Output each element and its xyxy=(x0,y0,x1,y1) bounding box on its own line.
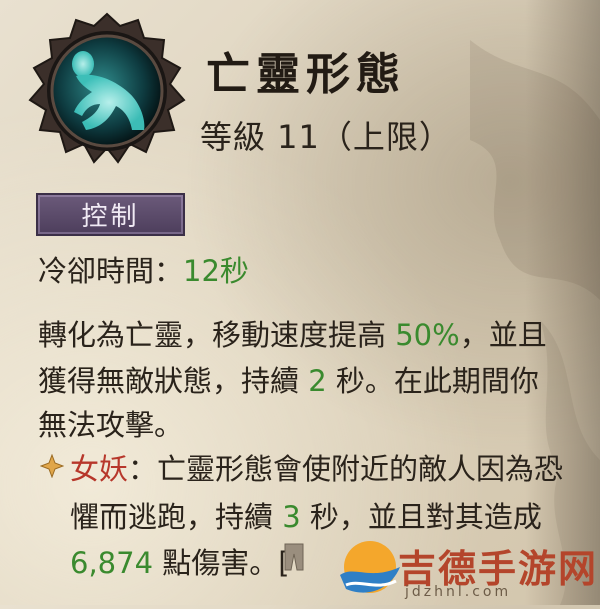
skill-icon xyxy=(28,12,186,170)
enchant-text: 亡靈形態會使附近的敵人因為恐 xyxy=(157,452,564,486)
damage-value: 6,874 xyxy=(70,546,154,580)
duration-value: 2 xyxy=(308,364,327,398)
enchant-text: 點傷害。[ xyxy=(153,546,290,580)
speed-bonus-value: 50% xyxy=(395,318,460,352)
ghost-figure-icon xyxy=(28,12,186,164)
enchant-text: 懼而逃跑，持續 xyxy=(70,500,283,534)
cooldown-label: 冷卻時間： xyxy=(38,254,184,288)
desc-text: ，並且 xyxy=(459,318,547,352)
desc-text: 獲得無敵狀態，持續 xyxy=(38,364,309,398)
description-line-1: 轉化為亡靈，移動速度提高 50%，並且 xyxy=(38,312,547,354)
enchant-line-3: 6,874 點傷害。[ xyxy=(70,540,290,582)
diamond-star-icon xyxy=(40,454,64,478)
pants-icon xyxy=(283,542,305,579)
skill-tag-badge: 控制 xyxy=(36,193,185,236)
cooldown-line: 冷卻時間：12秒 xyxy=(38,248,249,290)
description-line-2: 獲得無敵狀態，持續 2 秒。在此期間你 xyxy=(38,358,539,400)
enchant-line-1: 女妖：亡靈形態會使附近的敵人因為恐 xyxy=(70,446,563,488)
skill-level: 等級 11（上限） xyxy=(200,118,452,156)
desc-text: 秒。在此期間你 xyxy=(326,364,539,398)
watermark-url: jdzhnl.com xyxy=(405,584,512,600)
skill-title: 亡靈形態 xyxy=(206,49,406,100)
enchant-text: 秒，並且對其造成 xyxy=(300,500,542,534)
enchant-line-2: 懼而逃跑，持續 3 秒，並且對其造成 xyxy=(70,494,542,536)
desc-text: 轉化為亡靈，移動速度提高 xyxy=(38,318,396,352)
description-line-3: 無法攻擊。 xyxy=(38,408,184,442)
fear-duration-value: 3 xyxy=(282,500,301,534)
cooldown-value: 12秒 xyxy=(183,254,249,288)
skill-tag-label: 控制 xyxy=(81,202,140,232)
enchant-source: 女妖 xyxy=(70,452,129,486)
enchant-sep: ： xyxy=(128,452,158,486)
